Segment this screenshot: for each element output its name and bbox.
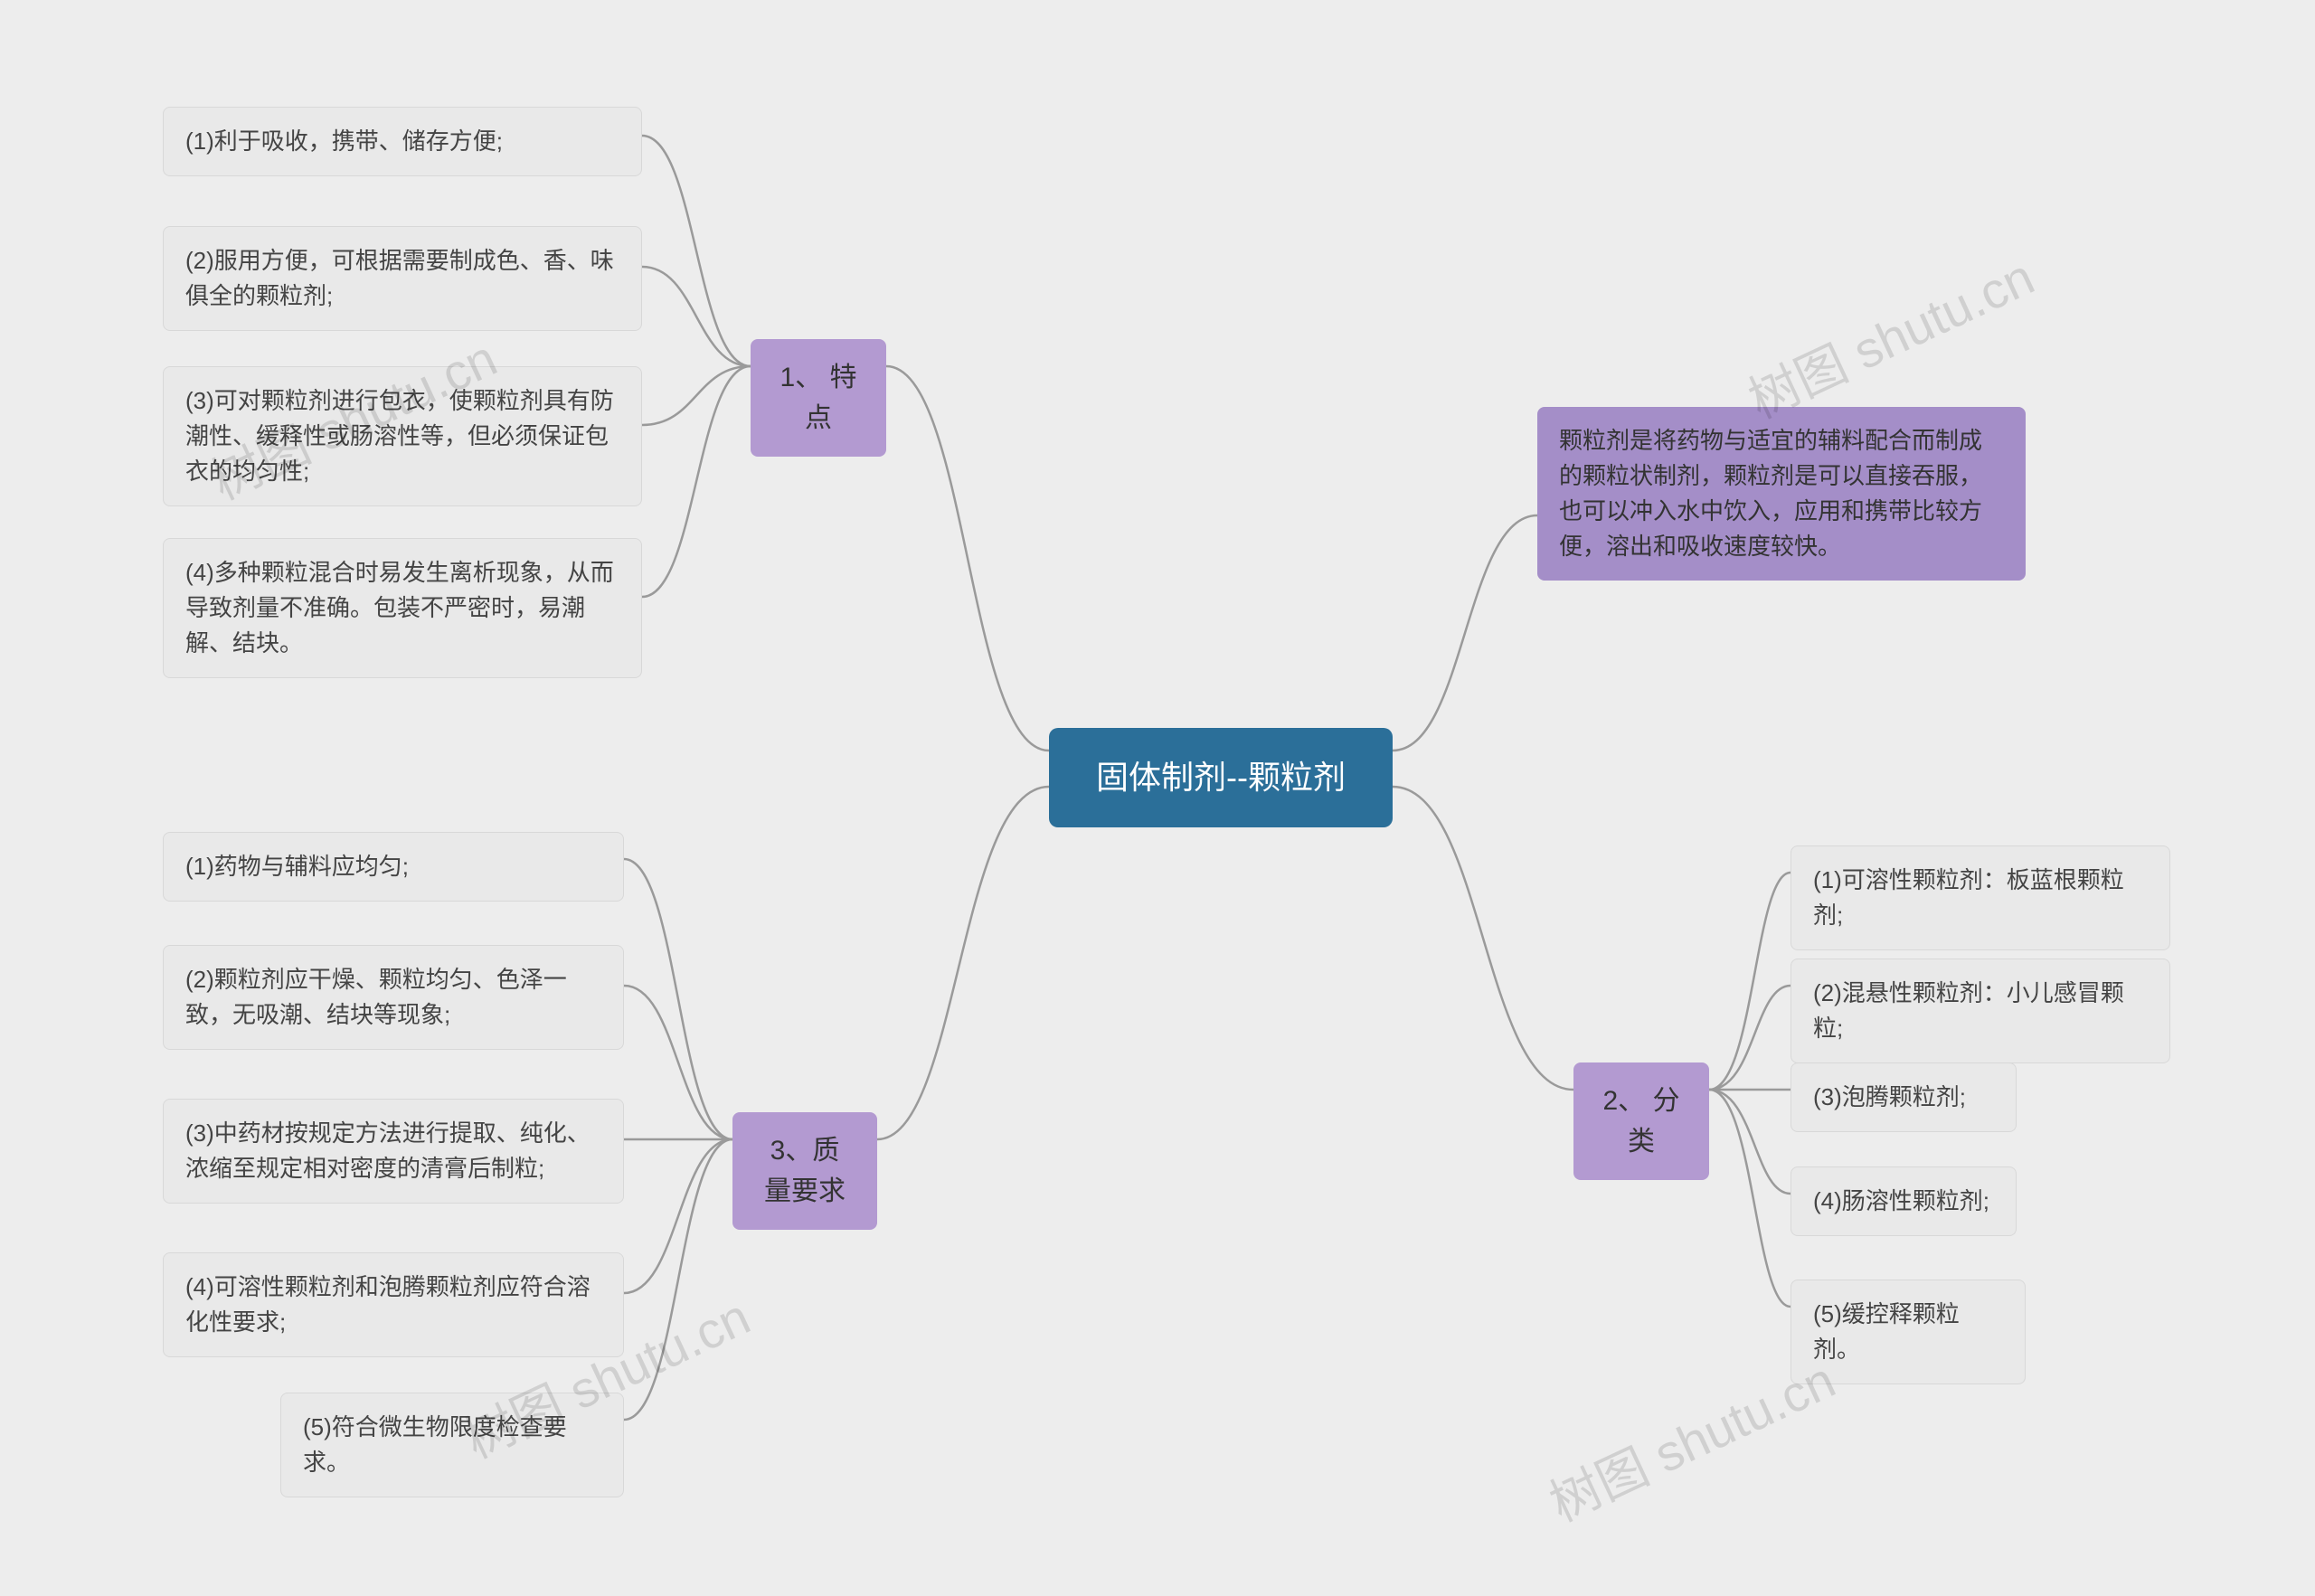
branch1-item-1[interactable]: (1)利于吸收，携带、储存方便;	[163, 107, 642, 176]
branch1-item-4[interactable]: (4)多种颗粒混合时易发生离析现象，从而导致剂量不准确。包装不严密时，易潮解、结…	[163, 538, 642, 678]
mindmap-canvas: 固体制剂--颗粒剂 颗粒剂是将药物与适宜的辅料配合而制成的颗粒状制剂，颗粒剂是可…	[0, 0, 2315, 1596]
branch1-item-3[interactable]: (3)可对颗粒剂进行包衣，使颗粒剂具有防潮性、缓释性或肠溶性等，但必须保证包衣的…	[163, 366, 642, 506]
branch2-item-5[interactable]: (5)缓控释颗粒剂。	[1791, 1280, 2026, 1384]
branch3-item-3[interactable]: (3)中药材按规定方法进行提取、纯化、浓缩至规定相对密度的清膏后制粒;	[163, 1099, 624, 1204]
branch-2[interactable]: 2、 分类	[1573, 1062, 1709, 1180]
branch3-item-2[interactable]: (2)颗粒剂应干燥、颗粒均匀、色泽一致，无吸潮、结块等现象;	[163, 945, 624, 1050]
branch3-item-4[interactable]: (4)可溶性颗粒剂和泡腾颗粒剂应符合溶化性要求;	[163, 1252, 624, 1357]
branch3-item-1[interactable]: (1)药物与辅料应均匀;	[163, 832, 624, 902]
branch1-item-2[interactable]: (2)服用方便，可根据需要制成色、香、味俱全的颗粒剂;	[163, 226, 642, 331]
description-node[interactable]: 颗粒剂是将药物与适宜的辅料配合而制成的颗粒状制剂，颗粒剂是可以直接吞服，也可以冲…	[1537, 407, 2026, 581]
branch-1[interactable]: 1、 特点	[751, 339, 886, 457]
branch2-item-3[interactable]: (3)泡腾颗粒剂;	[1791, 1062, 2017, 1132]
watermark: 树图 shutu.cn	[1735, 237, 2045, 433]
root-node[interactable]: 固体制剂--颗粒剂	[1049, 728, 1393, 827]
branch-3[interactable]: 3、质量要求	[732, 1112, 877, 1230]
branch2-item-2[interactable]: (2)混悬性颗粒剂：小儿感冒颗粒;	[1791, 959, 2170, 1063]
branch3-item-5[interactable]: (5)符合微生物限度检查要求。	[280, 1393, 624, 1497]
branch2-item-4[interactable]: (4)肠溶性颗粒剂;	[1791, 1166, 2017, 1236]
branch2-item-1[interactable]: (1)可溶性颗粒剂：板蓝根颗粒剂;	[1791, 845, 2170, 950]
